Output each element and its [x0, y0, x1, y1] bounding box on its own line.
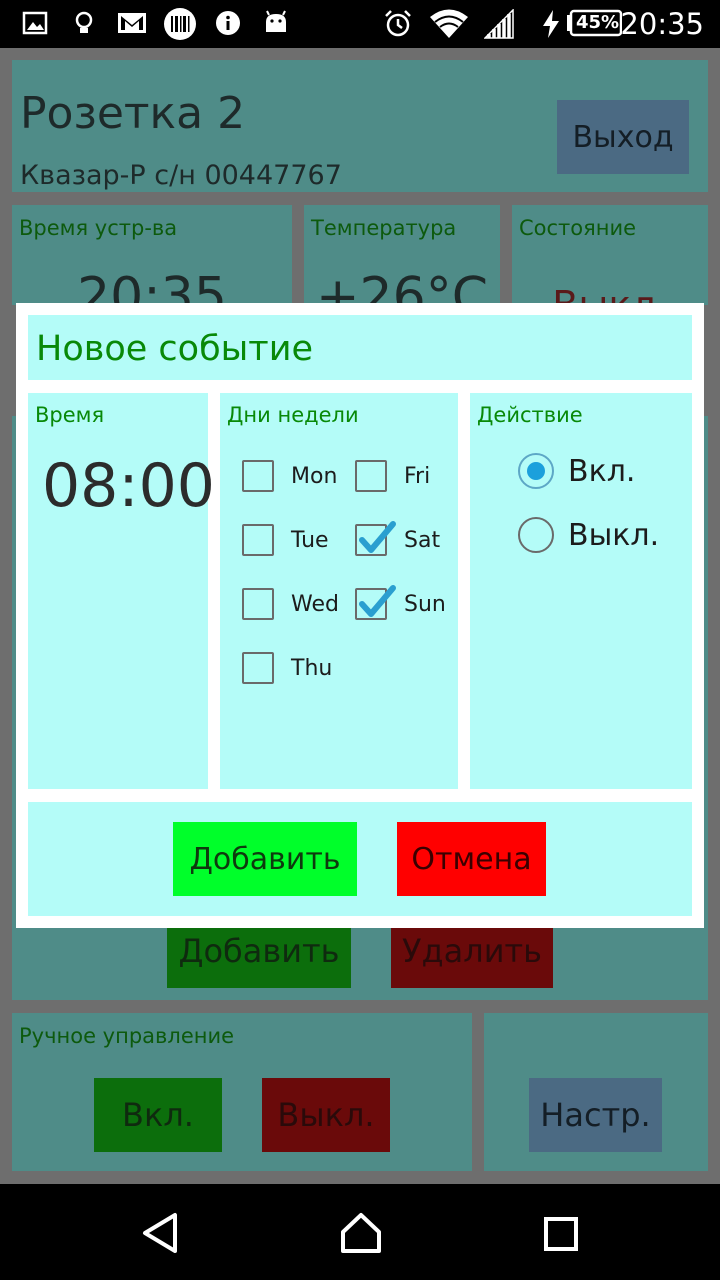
header-panel: Розетка 2 Квазар-Р с/н 00447767 Выход — [12, 60, 708, 192]
state-panel: Состояние Выкл. — [512, 205, 708, 305]
day-sat[interactable]: Sat — [355, 520, 440, 560]
action-off-option[interactable]: Выкл. — [518, 515, 659, 555]
gmail-icon — [118, 13, 146, 33]
wifi-icon — [430, 9, 468, 38]
manual-control-label: Ручное управление — [19, 1024, 235, 1048]
barcode-icon — [164, 8, 196, 40]
dialog-add-button[interactable]: Добавить — [173, 822, 357, 896]
dialog-button-bar: Добавить Отмена — [28, 802, 692, 916]
image-icon — [22, 11, 48, 35]
info-icon — [216, 11, 240, 35]
checkmark-icon — [359, 521, 396, 553]
new-event-dialog: Новое событие Время 08:00 Дни недели Mon… — [16, 303, 704, 928]
dialog-cancel-button[interactable]: Отмена — [397, 822, 546, 896]
signal-icon — [484, 9, 514, 39]
day-wed[interactable]: Wed — [242, 584, 339, 624]
day-label: Sun — [404, 591, 446, 617]
lightbulb-icon — [75, 11, 93, 33]
time-value[interactable]: 08:00 — [42, 451, 215, 521]
manual-off-button[interactable]: Выкл. — [262, 1078, 390, 1152]
device-name: Розетка 2 — [20, 88, 246, 139]
time-section: Время 08:00 — [28, 393, 215, 789]
day-tue[interactable]: Tue — [242, 520, 329, 560]
radio-label: Выкл. — [568, 517, 660, 553]
radio-button[interactable] — [518, 453, 554, 489]
weekdays-label: Дни недели — [227, 403, 359, 427]
device-time-panel: Время устр-ва 20:35 — [12, 205, 292, 305]
checkbox[interactable] — [242, 460, 274, 492]
device-serial: Квазар-Р с/н 00447767 — [20, 160, 342, 191]
dialog-title: Новое событие — [36, 329, 313, 369]
radio-label: Вкл. — [568, 453, 636, 489]
device-time-value: 20:35 — [77, 267, 227, 305]
alarm-icon — [385, 10, 411, 37]
temperature-panel: Температура +26°C — [304, 205, 500, 305]
checkbox[interactable] — [242, 524, 274, 556]
state-label: Состояние — [519, 216, 637, 240]
checkmark-icon — [359, 585, 396, 617]
temperature-label: Температура — [311, 216, 457, 240]
checkbox[interactable] — [355, 460, 387, 492]
day-label: Mon — [291, 463, 338, 489]
dialog-title-bar: Новое событие — [28, 315, 692, 380]
manual-on-button[interactable]: Вкл. — [94, 1078, 222, 1152]
checkbox[interactable] — [355, 521, 396, 556]
day-sun[interactable]: Sun — [355, 584, 446, 624]
status-bar: 45% 20:35 — [0, 0, 720, 48]
device-time-label: Время устр-ва — [19, 216, 178, 240]
day-label: Fri — [404, 463, 431, 489]
day-fri[interactable]: Fri — [355, 456, 430, 496]
home-icon[interactable] — [340, 1212, 382, 1254]
day-label: Wed — [291, 591, 339, 617]
battery-percent-text: 45% — [576, 12, 620, 33]
charging-icon — [543, 10, 559, 38]
back-icon[interactable] — [140, 1212, 180, 1254]
day-label: Sat — [404, 527, 441, 553]
action-section: Действие Вкл. Выкл. — [470, 393, 692, 789]
day-thu[interactable]: Thu — [242, 648, 332, 688]
day-mon[interactable]: Mon — [242, 456, 337, 496]
action-label: Действие — [477, 403, 583, 427]
state-value: Выкл. — [552, 283, 668, 305]
phone-screen: 45% 20:35 Розетка 2 Квазар-Р с/н 0044776… — [0, 0, 720, 1280]
checkbox[interactable] — [242, 588, 274, 620]
settings-panel: Настр. — [484, 1013, 708, 1171]
temperature-value: +26°C — [315, 267, 489, 305]
manual-control-panel: Ручное управление Вкл. Выкл. — [12, 1013, 472, 1171]
checkbox[interactable] — [355, 585, 396, 620]
status-clock: 20:35 — [620, 7, 704, 41]
navigation-bar — [0, 1184, 720, 1280]
weekdays-section: Дни недели Mon Tue Wed Thu Fri Sat Sun — [220, 393, 458, 789]
day-label: Thu — [291, 655, 333, 681]
action-on-option[interactable]: Вкл. — [518, 451, 635, 491]
recent-apps-icon[interactable] — [543, 1216, 579, 1252]
android-icon — [266, 10, 286, 32]
day-label: Tue — [291, 527, 329, 553]
settings-button[interactable]: Настр. — [529, 1078, 662, 1152]
time-label: Время — [35, 403, 105, 427]
checkbox[interactable] — [242, 652, 274, 684]
exit-button[interactable]: Выход — [557, 100, 689, 174]
radio-button[interactable] — [518, 517, 554, 553]
